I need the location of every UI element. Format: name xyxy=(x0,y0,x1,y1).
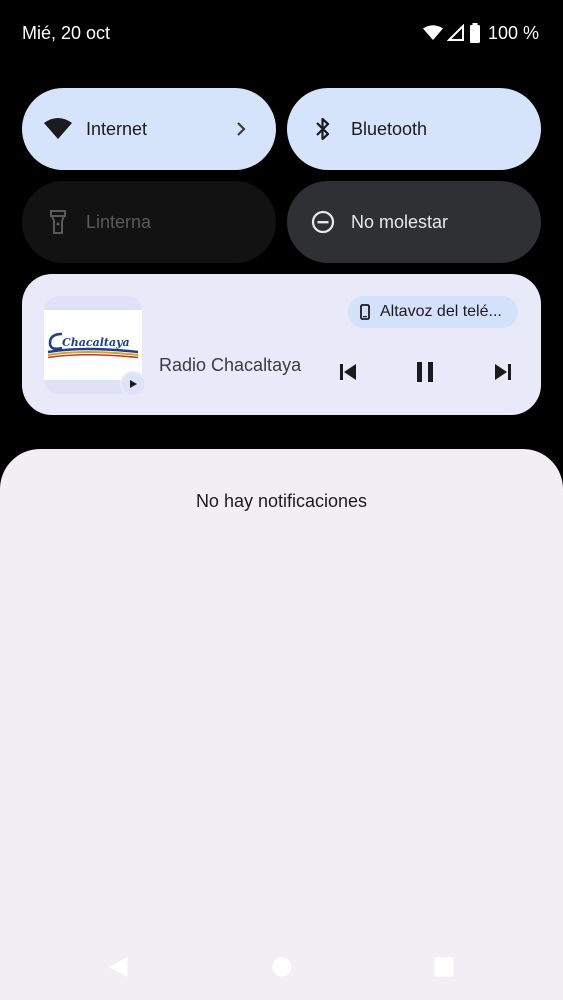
next-button[interactable] xyxy=(489,358,517,386)
tile-internet[interactable]: Internet xyxy=(22,88,276,170)
empty-notifications-text: No hay notificaciones xyxy=(195,491,368,511)
previous-button[interactable] xyxy=(334,358,362,386)
home-icon xyxy=(272,957,292,977)
media-card[interactable]: Chacaltaya Radio Chacaltaya Altavoz del … xyxy=(22,274,541,415)
svg-text:Chacaltaya: Chacaltaya xyxy=(62,336,130,349)
bluetooth-icon xyxy=(309,115,337,143)
battery-percent: 100 % xyxy=(487,23,539,43)
notification-panel[interactable]: No hay notificaciones xyxy=(0,449,563,1000)
status-date: Mié, 20 oct xyxy=(22,23,111,43)
output-device-chip[interactable]: Altavoz del telé... xyxy=(348,296,518,328)
battery-icon xyxy=(469,23,481,43)
track-title: Radio Chacaltaya xyxy=(159,355,302,375)
cell-signal-icon xyxy=(446,24,465,42)
previous-icon xyxy=(340,364,356,380)
recents-button[interactable] xyxy=(432,955,456,979)
back-icon xyxy=(108,957,128,977)
play-icon xyxy=(130,380,137,388)
tile-dnd[interactable]: No molestar xyxy=(287,181,541,263)
chacaltaya-logo: Chacaltaya xyxy=(47,332,139,359)
pause-icon xyxy=(417,362,433,382)
tile-bluetooth[interactable]: Bluetooth xyxy=(287,88,541,170)
phone-icon xyxy=(360,304,370,320)
pause-button[interactable] xyxy=(411,358,439,386)
status-icons: 100 % xyxy=(422,22,539,44)
home-button[interactable] xyxy=(270,955,294,979)
screen: Mié, 20 oct 100 % Internet Bluetooth Lin… xyxy=(0,0,563,1000)
tile-dnd-label: No molestar xyxy=(351,212,449,232)
wifi-signal-icon xyxy=(422,25,443,41)
play-badge[interactable] xyxy=(120,371,146,397)
wifi-icon xyxy=(44,115,72,143)
tile-bluetooth-label: Bluetooth xyxy=(351,119,428,139)
output-device-label: Altavoz del telé... xyxy=(380,303,502,320)
flashlight-icon xyxy=(44,208,72,236)
next-icon xyxy=(495,364,511,380)
chevron-right-icon[interactable] xyxy=(228,116,254,142)
tile-flashlight[interactable]: Linterna xyxy=(22,181,276,263)
tile-flashlight-label: Linterna xyxy=(86,212,152,232)
status-bar: Mié, 20 oct 100 % xyxy=(0,0,563,66)
tile-internet-label: Internet xyxy=(86,119,148,139)
do-not-disturb-icon xyxy=(309,208,337,236)
recents-icon xyxy=(434,957,454,977)
back-button[interactable] xyxy=(106,955,130,979)
